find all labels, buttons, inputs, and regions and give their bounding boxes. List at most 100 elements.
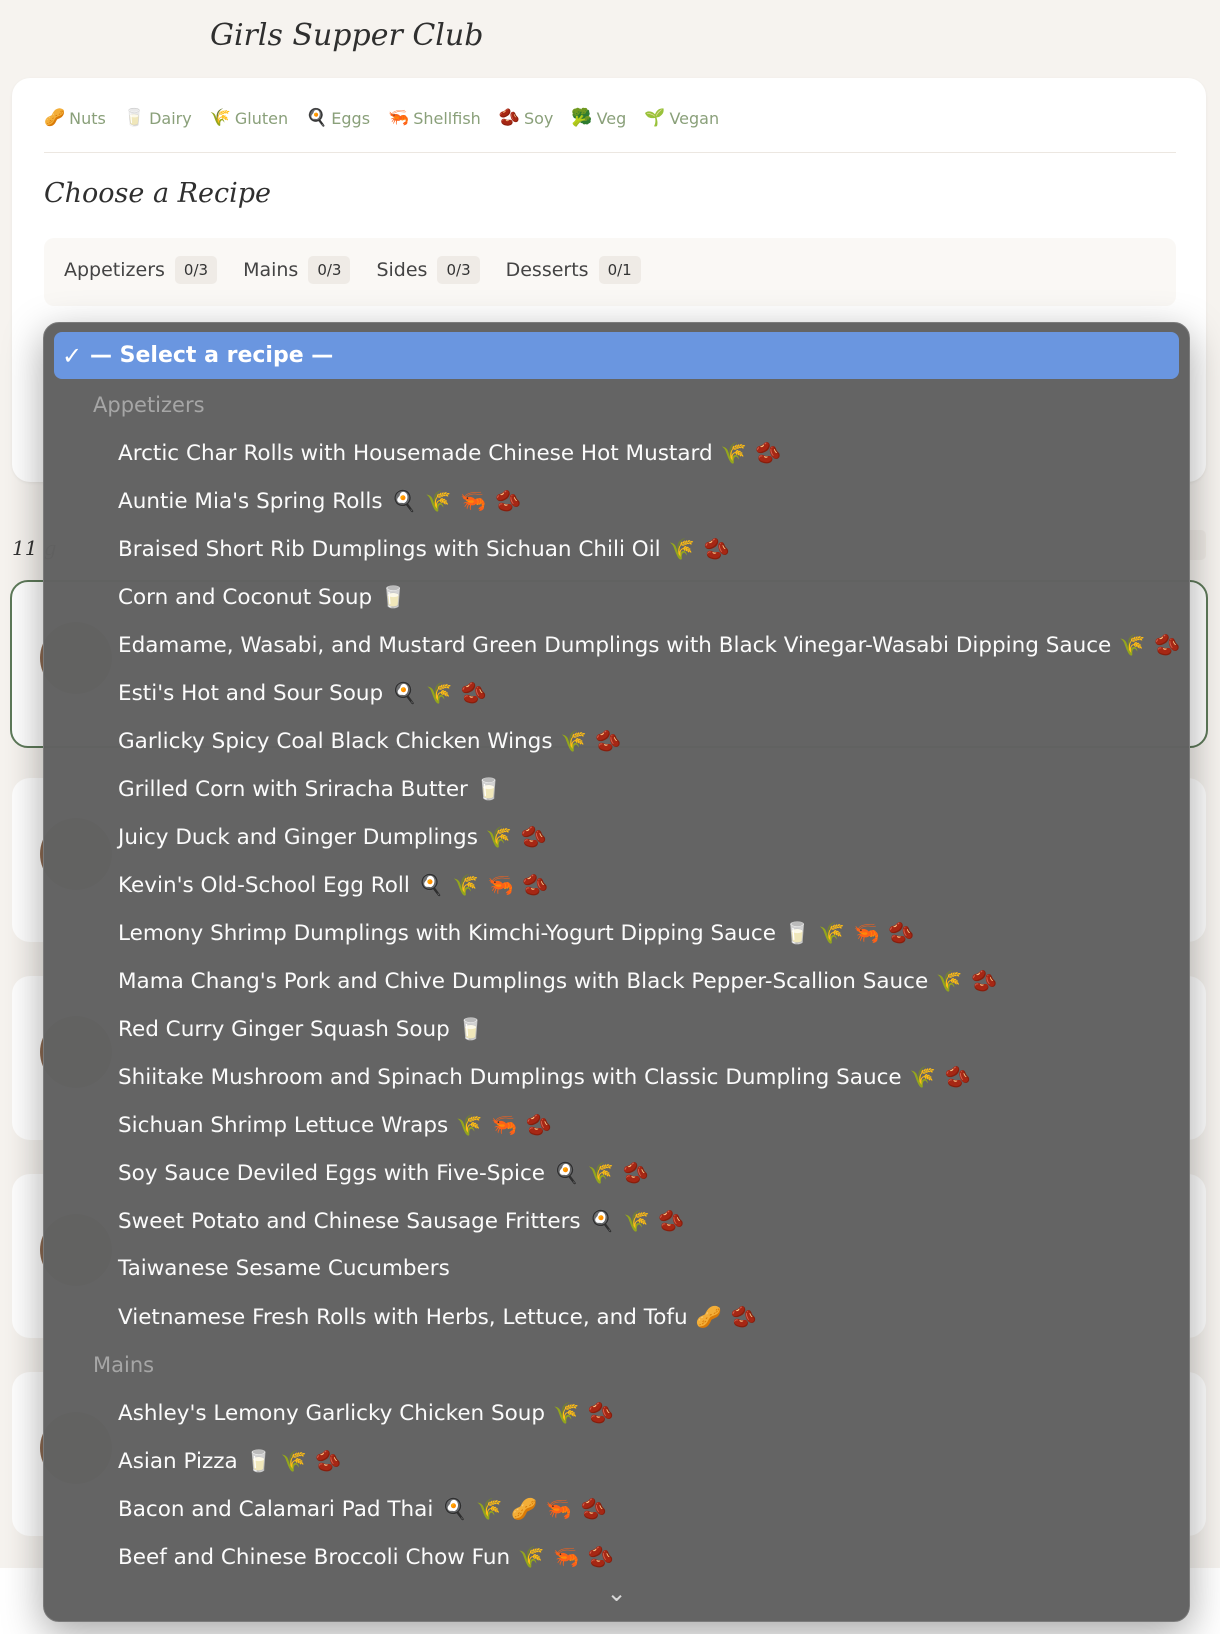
option-label: Juicy Duck and Ginger Dumplings <box>118 825 478 850</box>
chevron-down-icon[interactable]: ⌄ <box>44 1579 1189 1607</box>
select-option[interactable]: Auntie Mia's Spring Rolls 🍳 🌾 🦐 🫘 <box>44 477 1189 525</box>
soy-icon: 🫘 <box>498 108 520 128</box>
nuts-icon: 🥜 <box>44 108 66 128</box>
shellfish-icon: 🦐 <box>388 108 410 128</box>
option-label: Beef and Chinese Broccoli Chow Fun <box>118 1545 511 1570</box>
allergen-tags-icon: 🥛 <box>457 1017 485 1041</box>
option-label: Mama Chang's Pork and Chive Dumplings wi… <box>118 969 929 994</box>
veg-icon: 🥦 <box>571 108 593 128</box>
category-tabs: Appetizers 0/3 Mains 0/3 Sides 0/3 Desserts 0/1 <box>64 256 641 284</box>
allergen-tags-icon: 🍳 🌾 🦐 🫘 <box>417 873 550 897</box>
select-option[interactable]: Lemony Shrimp Dumplings with Kimchi-Yogu… <box>44 909 1189 957</box>
select-option[interactable]: Sichuan Shrimp Lettuce Wraps 🌾 🦐 🫘 <box>44 1101 1189 1149</box>
allergen-tags-icon: 🍳 🌾 🫘 <box>391 681 488 705</box>
select-option[interactable]: Taiwanese Sesame Cucumbers <box>44 1245 1189 1293</box>
legend-label: Veg <box>596 108 627 128</box>
allergen-tags-icon: 🌾 🦐 🫘 <box>518 1545 615 1569</box>
allergen-tags-icon: 🌾 🫘 <box>560 729 623 753</box>
allergen-tags-icon: 🌾 🫘 <box>936 969 999 993</box>
option-label: Vietnamese Fresh Rolls with Herbs, Lettu… <box>118 1305 688 1330</box>
option-list: Appetizers Arctic Char Rolls with Housema… <box>44 381 1189 1581</box>
count-badge: 0/3 <box>437 256 480 284</box>
select-option[interactable]: Arctic Char Rolls with Housemade Chinese… <box>44 429 1189 477</box>
select-option[interactable]: Juicy Duck and Ginger Dumplings 🌾 🫘 <box>44 813 1189 861</box>
tab-desserts[interactable]: Desserts 0/1 <box>506 256 641 284</box>
allergen-tags-icon: 🌾 🫘 <box>553 1401 616 1425</box>
allergen-tags-icon: 🥜 🫘 <box>695 1305 758 1329</box>
select-option[interactable]: Asian Pizza 🥛 🌾 🫘 <box>44 1437 1189 1485</box>
allergen-tags-icon: 🌾 🫘 <box>720 441 783 465</box>
allergen-tags-icon: 🥛 <box>475 777 504 801</box>
section-title: Choose a Recipe <box>44 178 271 209</box>
allergen-tags-icon: 🌾 🦐 🫘 <box>456 1113 553 1137</box>
allergen-tags-icon: 🌾 🫘 <box>909 1065 972 1089</box>
legend-item-gluten: 🌾 Gluten <box>210 108 288 128</box>
allergen-tags-icon: 🍳 🌾 🫘 <box>553 1161 650 1185</box>
gluten-icon: 🌾 <box>209 108 231 128</box>
select-option[interactable]: Garlicky Spicy Coal Black Chicken Wings 🌾… <box>44 717 1189 765</box>
legend-item-veg: 🥦 Veg <box>571 108 626 128</box>
option-label: Sichuan Shrimp Lettuce Wraps <box>118 1113 449 1138</box>
select-option-placeholder[interactable]: ✓ — Select a recipe — <box>54 332 1179 379</box>
legend-item-nuts: 🥜 Nuts <box>44 108 106 128</box>
checkmark-icon: ✓ <box>61 341 83 370</box>
tab-label: Mains <box>243 259 299 281</box>
select-option[interactable]: Soy Sauce Deviled Eggs with Five-Spice 🍳 … <box>44 1149 1189 1197</box>
legend-item-vegan: 🌱 Vegan <box>644 108 719 128</box>
optgroup-label: Mains <box>93 1353 155 1377</box>
optgroup-label: Appetizers <box>93 393 205 417</box>
allergen-tags-icon: 🌾 🫘 <box>1119 633 1182 657</box>
option-label: Esti's Hot and Sour Soup <box>118 681 384 706</box>
option-label: Shiitake Mushroom and Spinach Dumplings … <box>118 1065 902 1090</box>
legend-label: Soy <box>523 108 554 128</box>
option-label: Taiwanese Sesame Cucumbers <box>118 1256 450 1281</box>
option-label: Kevin's Old-School Egg Roll <box>118 873 410 898</box>
option-label: Corn and Coconut Soup <box>118 585 373 610</box>
select-option[interactable]: Edamame, Wasabi, and Mustard Green Dumpl… <box>44 621 1189 669</box>
option-label: Braised Short Rib Dumplings with Sichuan… <box>118 537 661 562</box>
legend-label: Nuts <box>69 108 106 128</box>
option-label: Ashley's Lemony Garlicky Chicken Soup <box>118 1401 546 1426</box>
eggs-icon: 🍳 <box>306 108 328 128</box>
select-option[interactable]: Grilled Corn with Sriracha Butter 🥛 <box>44 765 1189 813</box>
recipe-select-dropdown[interactable]: ✓ — Select a recipe — Appetizers Arctic C… <box>43 322 1190 1622</box>
select-option[interactable]: Mama Chang's Pork and Chive Dumplings wi… <box>44 957 1189 1005</box>
selected-option-label: — Select a recipe — <box>90 343 334 368</box>
select-option[interactable]: Esti's Hot and Sour Soup 🍳 🌾 🫘 <box>44 669 1189 717</box>
option-label: Sweet Potato and Chinese Sausage Fritter… <box>118 1209 581 1234</box>
select-option[interactable]: Braised Short Rib Dumplings with Sichuan… <box>44 525 1189 573</box>
select-option[interactable]: Corn and Coconut Soup 🥛 <box>44 573 1189 621</box>
site-title: Girls Supper Club <box>210 18 484 53</box>
allergen-legend: 🥜 Nuts 🥛 Dairy 🌾 Gluten 🍳 Eggs 🦐 Shellfish 🫘 Soy 🥦 Ve… <box>44 108 719 128</box>
dairy-icon: 🥛 <box>123 108 146 128</box>
legend-item-dairy: 🥛 Dairy <box>124 108 192 128</box>
divider <box>44 152 1176 153</box>
tab-appetizers[interactable]: Appetizers 0/3 <box>64 256 218 284</box>
select-option[interactable]: Kevin's Old-School Egg Roll 🍳 🌾 🦐 🫘 <box>44 861 1189 909</box>
allergen-tags-icon: 🍳 🌾 🥜 🦐 🫘 <box>441 1497 608 1521</box>
allergen-tags-icon: 🌾 🫘 <box>668 537 731 561</box>
legend-label: Vegan <box>669 108 720 128</box>
select-option[interactable]: Vietnamese Fresh Rolls with Herbs, Lettu… <box>44 1293 1189 1341</box>
tab-label: Sides <box>376 259 428 281</box>
allergen-tags-icon: 🍳 🌾 🫘 <box>588 1209 686 1233</box>
select-option[interactable]: Sweet Potato and Chinese Sausage Fritter… <box>44 1197 1189 1245</box>
select-option[interactable]: Shiitake Mushroom and Spinach Dumplings … <box>44 1053 1189 1101</box>
option-label: Red Curry Ginger Squash Soup <box>118 1017 450 1042</box>
select-option[interactable]: Red Curry Ginger Squash Soup 🥛 <box>44 1005 1189 1053</box>
option-label: Soy Sauce Deviled Eggs with Five-Spice <box>118 1161 546 1186</box>
select-option[interactable]: Bacon and Calamari Pad Thai 🍳 🌾 🥜 🦐 🫘 <box>44 1485 1189 1533</box>
select-option[interactable]: Ashley's Lemony Garlicky Chicken Soup 🌾 🫘 <box>44 1389 1189 1437</box>
tab-mains[interactable]: Mains 0/3 <box>243 256 351 284</box>
option-label: Grilled Corn with Sriracha Butter <box>118 777 468 802</box>
option-label: Garlicky Spicy Coal Black Chicken Wings <box>118 729 553 754</box>
option-label: Arctic Char Rolls with Housemade Chinese… <box>118 441 713 466</box>
legend-label: Shellfish <box>413 108 481 128</box>
tab-sides[interactable]: Sides 0/3 <box>376 256 480 284</box>
legend-label: Eggs <box>331 108 371 128</box>
legend-item-eggs: 🍳 Eggs <box>306 108 370 128</box>
allergen-tags-icon: 🍳 🌾 🦐 🫘 <box>390 489 523 513</box>
select-option[interactable]: Beef and Chinese Broccoli Chow Fun 🌾 🦐 🫘 <box>44 1533 1189 1581</box>
count-badge: 0/3 <box>174 256 218 284</box>
allergen-tags-icon: 🥛 🌾 🦐 🫘 <box>783 921 916 945</box>
